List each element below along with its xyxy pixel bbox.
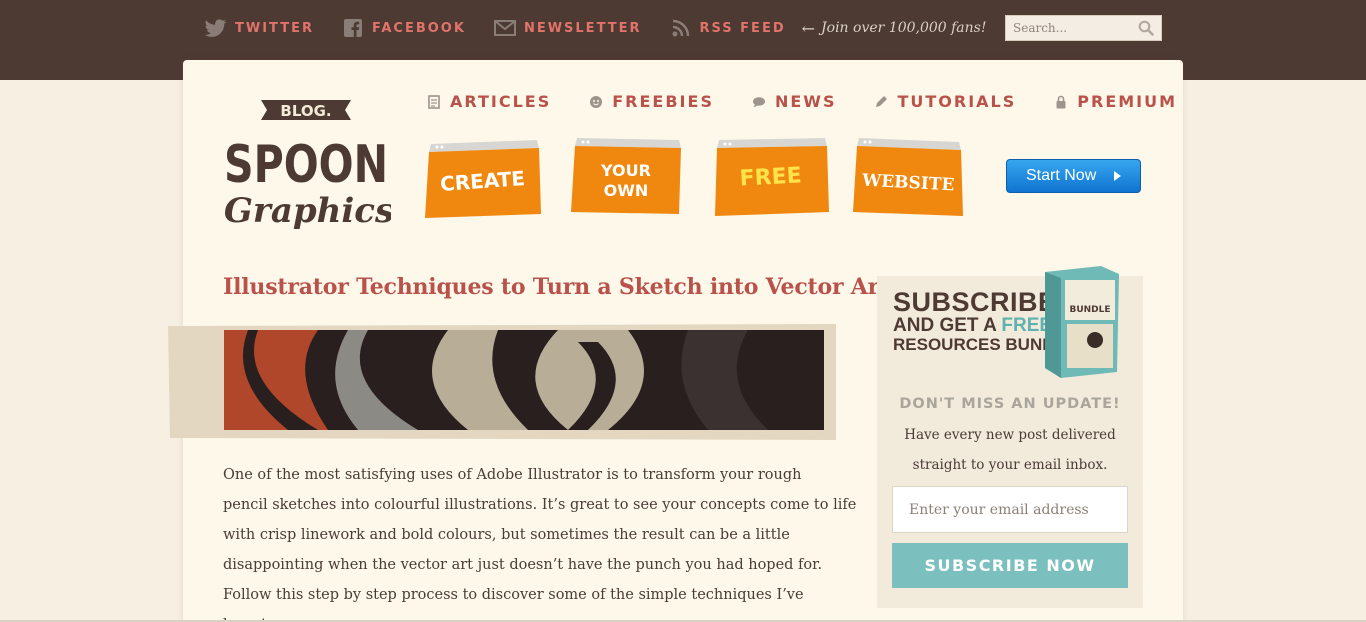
rss-label: RSS FEED — [699, 20, 786, 36]
your-own-text: YOUR — [600, 161, 651, 180]
bundle-label: BUNDLE — [1069, 305, 1110, 315]
start-now-label: Start Now — [1026, 167, 1097, 184]
facebook-label: FACEBOOK — [371, 20, 466, 36]
free-window: FREE — [715, 138, 829, 216]
document-icon — [428, 94, 440, 109]
lock-icon — [1056, 95, 1066, 108]
start-now-button[interactable]: Start Now — [1006, 159, 1141, 193]
newsletter-label: NEWSLETTER — [523, 20, 642, 36]
nav-freebies[interactable]: FREEBIES — [589, 92, 714, 111]
twitter-link[interactable]: TWITTER — [205, 17, 314, 39]
content-panel: BLOG. SPOON Graphics ARTICLES FREEBIES N… — [168, 60, 1183, 622]
rss-icon — [670, 17, 692, 39]
newsletter-link[interactable]: NEWSLETTER — [493, 17, 642, 39]
facebook-icon — [342, 17, 364, 39]
nav-articles[interactable]: ARTICLES — [427, 92, 551, 111]
create-window: CREATE — [425, 140, 541, 218]
excerpt-line: One of the most satisfying uses of Adobe… — [223, 467, 802, 483]
nav-freebies-label: FREEBIES — [612, 92, 714, 111]
svg-text:OWN: OWN — [604, 181, 649, 200]
excerpt-line: with crisp linework and bold colours, bu… — [223, 527, 790, 543]
search-input[interactable] — [1006, 16, 1131, 40]
nav-premium-label: PREMIUM — [1077, 92, 1178, 111]
promo-banner[interactable]: CREATE YOUR OWN FREE WEBSITE — [423, 134, 968, 224]
speech-bubble-icon — [752, 96, 765, 107]
pencil-icon — [876, 95, 888, 107]
email-field-wrapper — [892, 486, 1128, 533]
twitter-icon — [205, 17, 227, 39]
smiley-icon — [590, 95, 603, 108]
dont-miss-heading: DON'T MISS AN UPDATE! — [899, 396, 1121, 412]
logo-blog-text: BLOG. — [280, 102, 331, 120]
social-links: TWITTER FACEBOOK NEWSLETTER RSS FEED ← J… — [205, 16, 986, 40]
subscribe-now-button[interactable]: SUBSCRIBE NOW — [892, 543, 1128, 588]
article-title[interactable]: Illustrator Techniques to Turn a Sketch … — [223, 274, 889, 300]
website-window: WEBSITE — [853, 138, 963, 216]
nav-tutorials[interactable]: TUTORIALS — [874, 92, 1016, 111]
excerpt-line: Follow this step by step process to disc… — [223, 587, 804, 622]
resources-bundle-box: BUNDLE — [1045, 266, 1119, 378]
your-own-window: YOUR OWN — [571, 138, 681, 214]
free-text: FREE — [739, 163, 802, 191]
excerpt-line: disappointing when the vector art just d… — [223, 557, 823, 573]
search-box — [1005, 15, 1162, 41]
subscribe-description: Have every new post delivered straight t… — [904, 427, 1116, 473]
search-icon[interactable] — [1138, 20, 1154, 36]
nav-news[interactable]: NEWS — [752, 92, 837, 111]
article-hero-image[interactable] — [168, 322, 836, 442]
nav-articles-label: ARTICLES — [450, 92, 552, 111]
main-nav: ARTICLES FREEBIES NEWS TUTORIALS PREMIUM — [427, 92, 1177, 111]
arrow-left-icon: ← — [801, 18, 816, 38]
email-field[interactable] — [893, 487, 1127, 532]
facebook-link[interactable]: FACEBOOK — [342, 17, 466, 39]
article-excerpt: One of the most satisfying uses of Adobe… — [223, 460, 857, 622]
site-logo[interactable]: BLOG. SPOON Graphics — [221, 86, 391, 238]
envelope-icon — [493, 17, 516, 39]
twitter-label: TWITTER — [235, 20, 314, 36]
nav-premium[interactable]: PREMIUM — [1054, 92, 1177, 111]
fans-callout: ← Join over 100,000 fans! — [802, 19, 987, 38]
excerpt-line: pencil sketches into colourful illustrat… — [223, 497, 857, 513]
nav-tutorials-label: TUTORIALS — [897, 92, 1017, 111]
fans-text: Join over 100,000 fans! — [821, 20, 987, 36]
play-arrow-icon — [1114, 171, 1122, 181]
nav-news-label: NEWS — [774, 92, 837, 111]
rss-link[interactable]: RSS FEED — [670, 17, 786, 39]
logo-spoon-text: SPOON — [224, 135, 388, 195]
logo-graphics-text: Graphics — [224, 191, 391, 231]
subscribe-widget: SUBSCRIBE AND GET A FREE! RESOURCES BUND… — [877, 266, 1143, 608]
